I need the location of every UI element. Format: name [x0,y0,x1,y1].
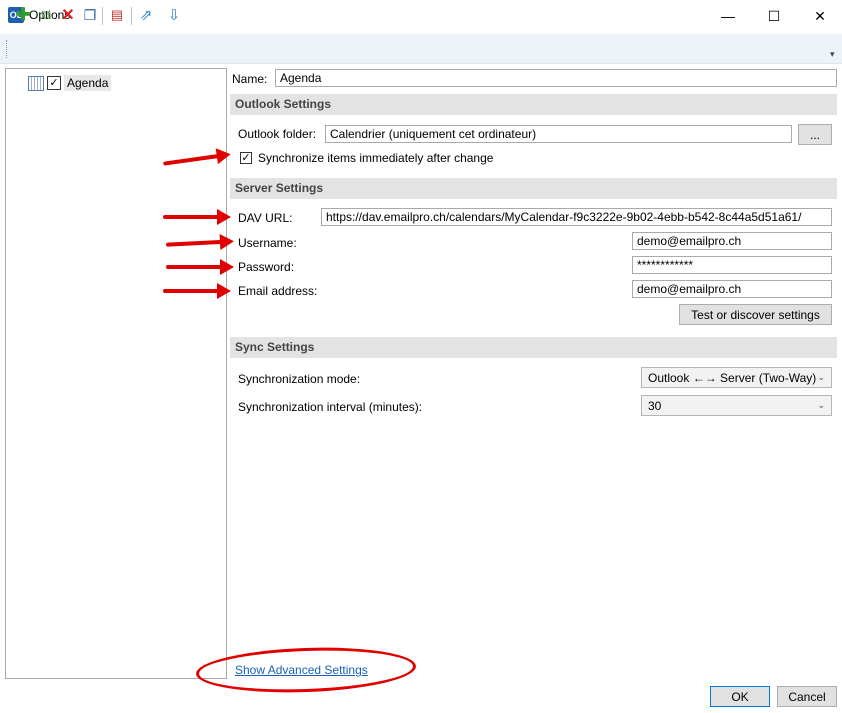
copy-icon[interactable]: ❐ [81,6,99,24]
toolbar [0,34,842,64]
outlook-folder-label: Outlook folder: [238,127,317,141]
toolbar-grip [6,40,9,58]
password-field[interactable]: ************ [632,256,832,274]
import-icon[interactable]: ⇩ [165,6,183,24]
name-label: Name: [232,72,268,86]
sync-immediately-label: Synchronize items immediately after chan… [258,151,494,165]
email-address-field[interactable]: demo@emailpro.ch [632,280,832,298]
password-label: Password: [238,260,295,274]
annotation-arrow [166,258,234,276]
email-address-label: Email address: [238,284,318,298]
username-field[interactable]: demo@emailpro.ch [632,232,832,250]
chevron-down-icon: ⌄ [817,400,825,410]
sync-mode-select[interactable]: Outlook ←→ Server (Two-Way) ⌄ [641,367,832,388]
clear-icon[interactable]: ▤ [108,6,126,24]
sync-mode-label: Synchronization mode: [238,372,361,386]
annotation-ellipse [195,644,417,696]
annotation-arrow [163,282,231,300]
annotation-arrow [163,208,231,226]
tree-item-label: Agenda [64,75,112,91]
sync-settings-header: Sync Settings [230,337,837,358]
outlook-settings-header: Outlook Settings [230,94,837,115]
close-button[interactable]: ✕ [797,0,842,32]
name-field[interactable]: Agenda [275,69,837,87]
sync-interval-select[interactable]: 30 ⌄ [641,395,832,416]
cancel-button[interactable]: Cancel [777,686,837,707]
outlook-folder-field[interactable]: Calendrier (uniquement cet ordinateur) [325,125,792,143]
maximize-button[interactable]: ☐ [751,0,797,32]
delete-icon[interactable]: ✕ [59,6,77,24]
username-label: Username: [238,236,297,250]
browse-folder-button[interactable]: ... [798,124,832,145]
export-icon[interactable]: ⇗ [137,6,155,24]
toolbar-separator [131,7,132,25]
server-settings-header: Server Settings [230,178,837,199]
add-icon[interactable]: ✚ [14,5,32,24]
sync-interval-value: 30 [648,398,662,413]
tree-item-checkbox[interactable]: ✓ [47,76,61,90]
sync-immediately-checkbox[interactable]: ✓ [240,152,252,164]
minimize-button[interactable]: — [705,0,751,32]
test-discover-button[interactable]: Test or discover settings [679,304,832,325]
add-multiple-icon[interactable]: ⧉ [37,6,55,24]
calendar-icon [28,75,44,91]
dav-url-field[interactable]: https://dav.emailpro.ch/calendars/MyCale… [321,208,832,226]
sync-interval-label: Synchronization interval (minutes): [238,400,423,414]
toolbar-overflow-icon[interactable]: ▾ [830,49,835,60]
toolbar-separator [102,7,103,25]
dav-url-label: DAV URL: [238,211,293,225]
ok-button[interactable]: OK [710,686,770,707]
annotation-arrow [165,232,235,254]
tree-item-agenda[interactable]: ✓ Agenda [28,74,112,92]
chevron-down-icon: ⌄ [817,372,825,382]
sync-mode-value: Outlook ←→ Server (Two-Way) [648,370,817,385]
